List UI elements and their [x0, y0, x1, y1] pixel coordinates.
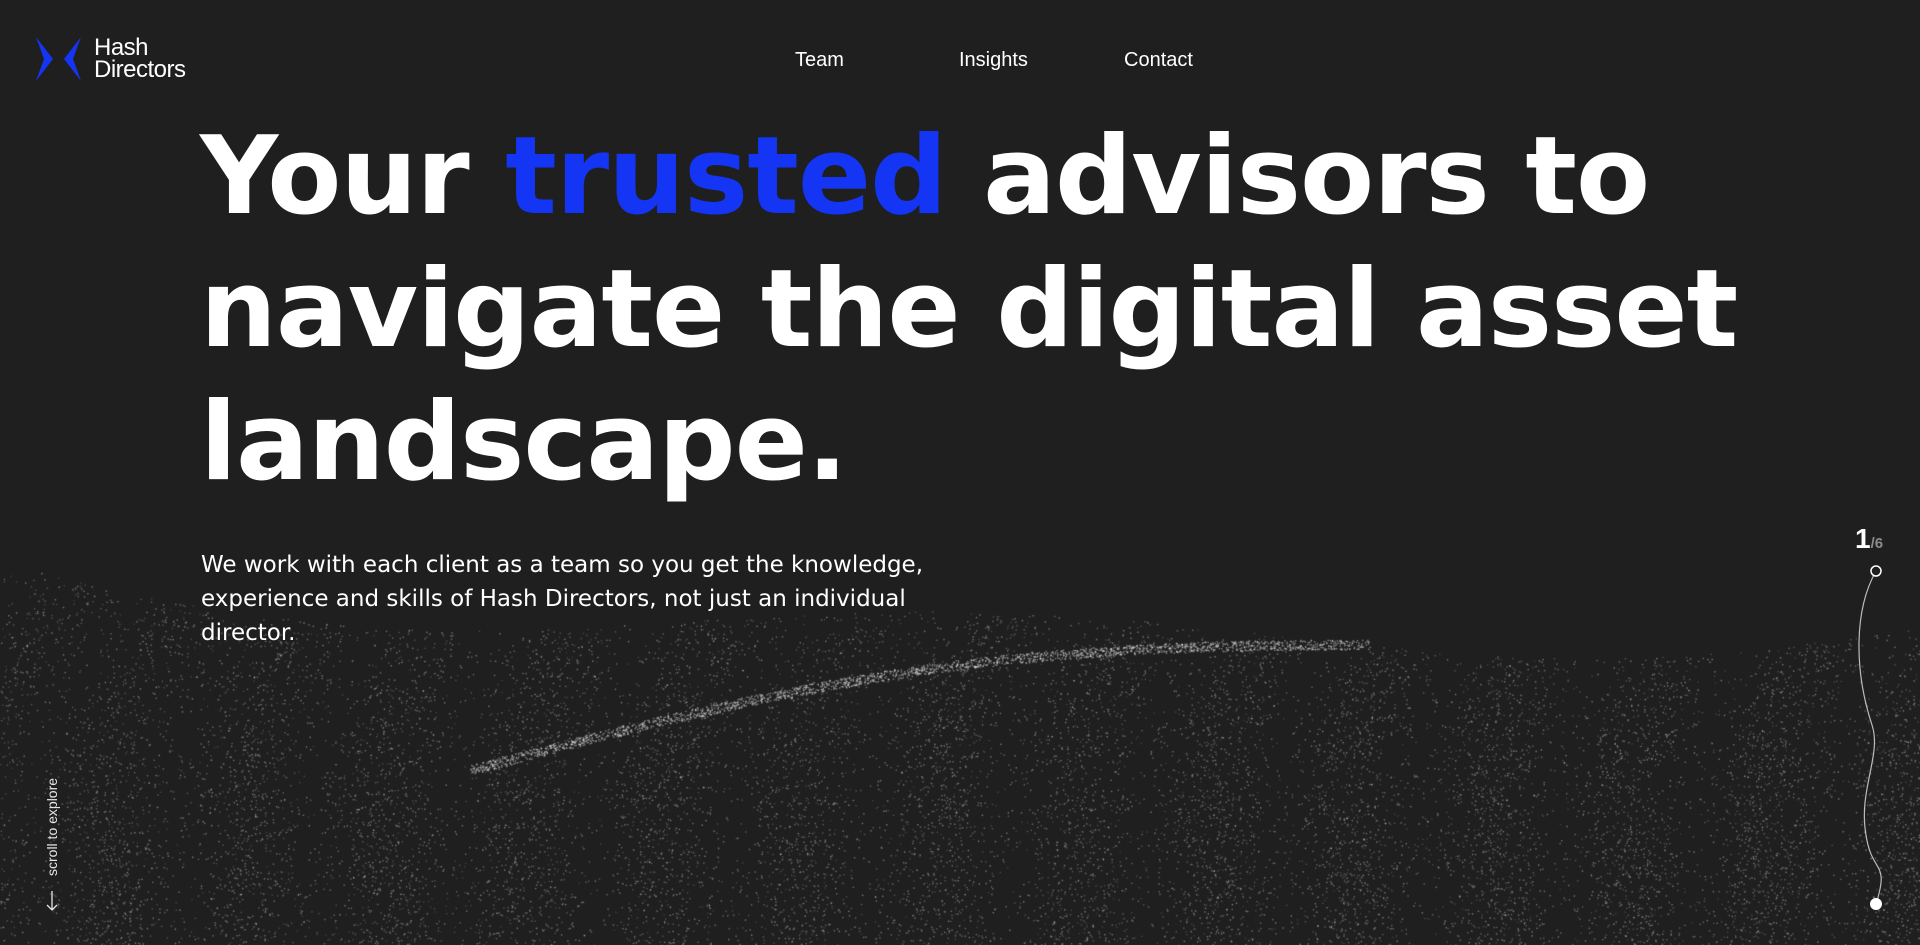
slide-progress-path [1858, 570, 1882, 905]
hero-headline: Your trusted advisors to navigate the di… [200, 110, 1760, 509]
scroll-label: scroll to explore [44, 777, 60, 876]
nav-link-insights[interactable]: Insights [959, 48, 1028, 72]
hero-headline-part1: Your [200, 114, 506, 239]
slide-progress-track [1858, 565, 1882, 910]
arrow-down-icon [46, 891, 58, 911]
main-nav: Team Insights Contact [0, 48, 1920, 72]
nav-link-contact[interactable]: Contact [1124, 48, 1193, 72]
slide-counter-total: /6 [1870, 535, 1884, 552]
scroll-to-explore[interactable]: scroll to explore [42, 760, 62, 915]
nav-link-team[interactable]: Team [795, 48, 844, 72]
slide-progress-start-node[interactable] [1870, 565, 1882, 577]
hero-accent-word: trusted [505, 114, 947, 239]
slide-counter-current: 1 [1855, 523, 1871, 554]
slide-progress-end-node[interactable] [1870, 898, 1882, 910]
slide-counter: 1/6 [1855, 523, 1883, 555]
page: Hash Directors Team Insights Contact You… [0, 0, 1920, 945]
intro-paragraph: We work with each client as a team so yo… [201, 552, 924, 646]
